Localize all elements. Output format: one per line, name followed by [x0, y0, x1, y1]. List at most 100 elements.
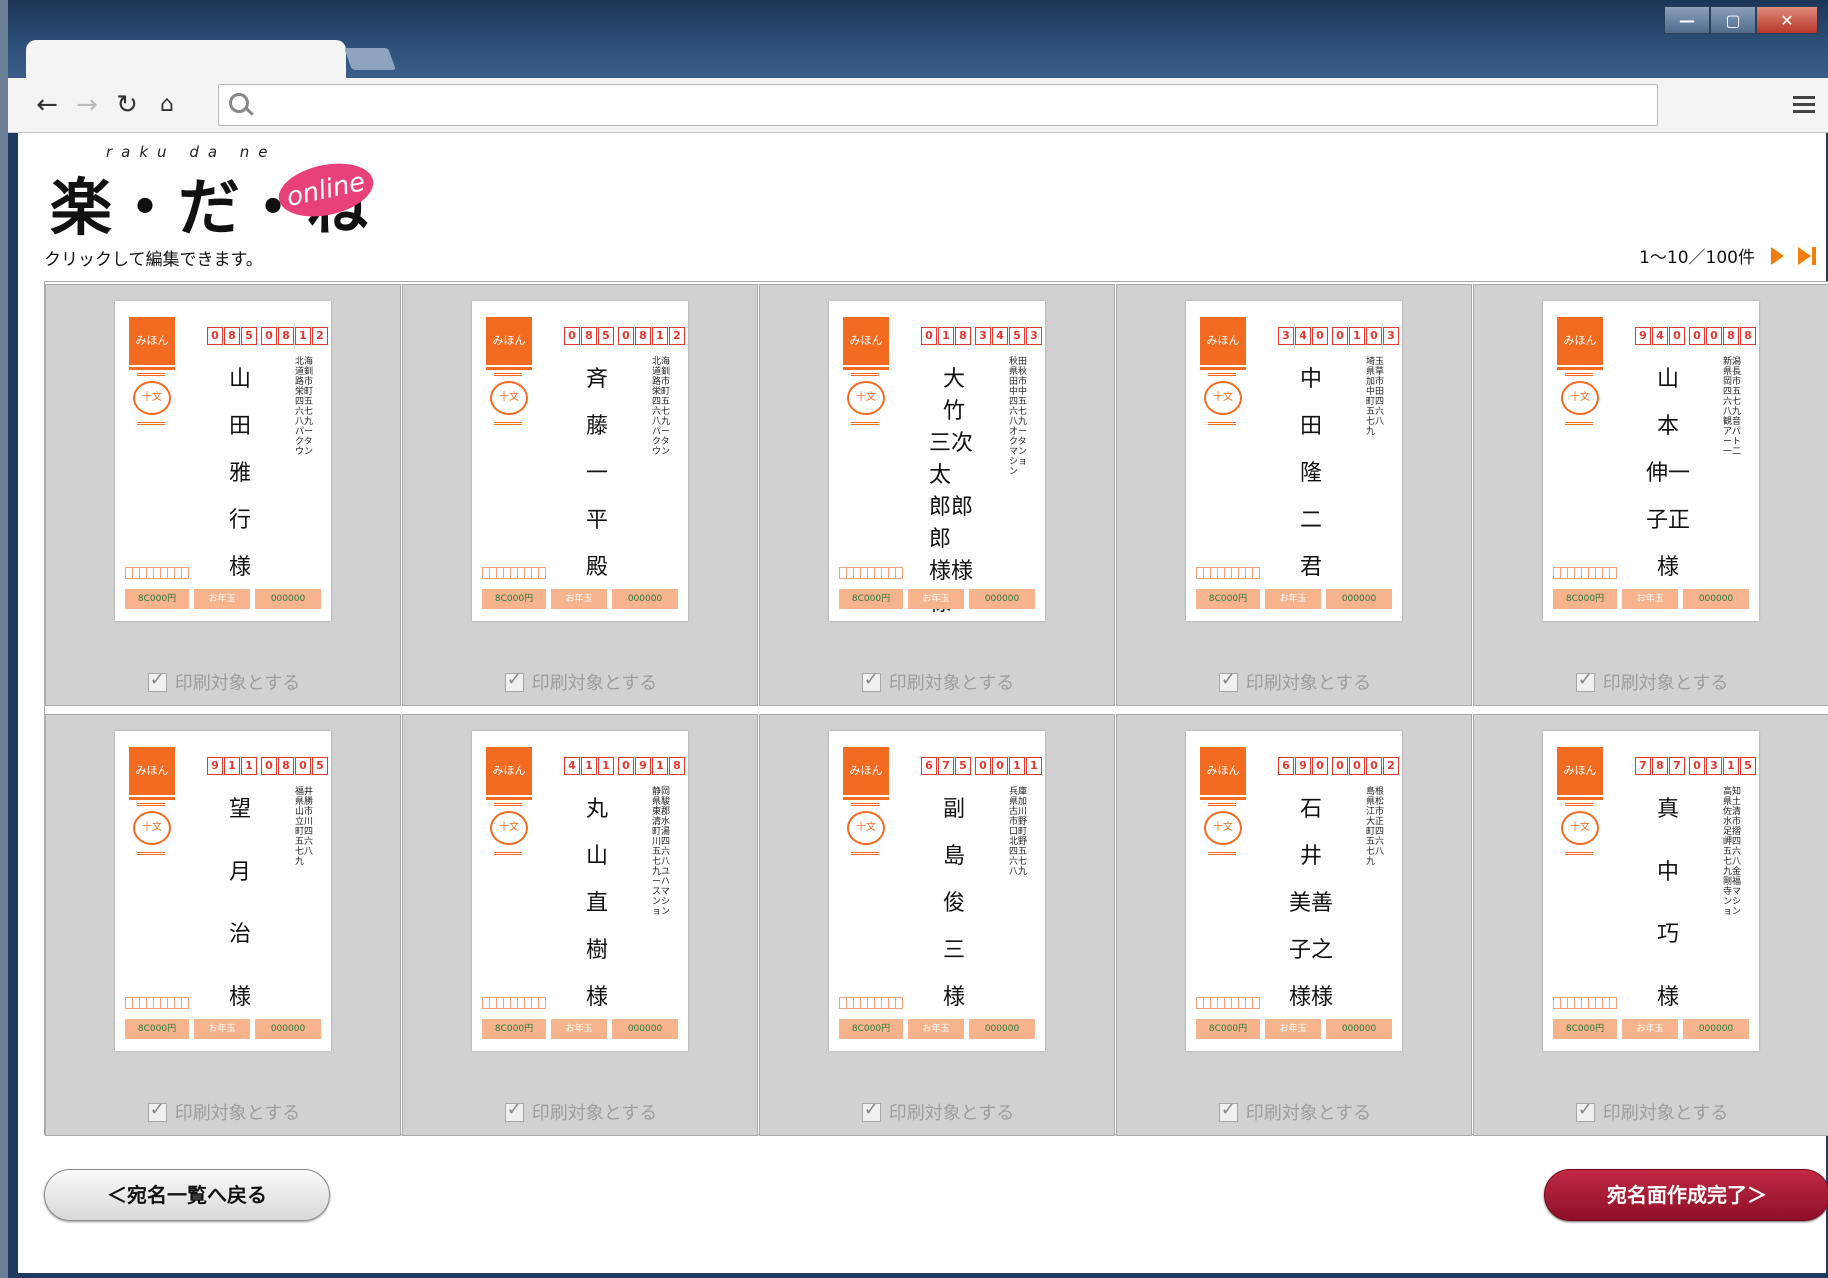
maximize-button[interactable]: ▢: [1710, 6, 1756, 34]
zip-digit: 1: [1009, 757, 1025, 775]
checkbox-icon[interactable]: [504, 669, 524, 692]
footer-left: 8C000円: [482, 589, 546, 609]
recipient-address: 埼玉県草加市中田町四五六七八九: [1366, 357, 1385, 437]
footer-mid: お年玉: [551, 1019, 607, 1039]
postcard-preview[interactable]: みほん 十文 9400088 山本伸一 子正様 新潟県長岡市四五六七八九観音アパー…: [1543, 301, 1759, 621]
sender-zip-box: [125, 997, 189, 1009]
print-target-checkbox[interactable]: 印刷対象とする: [46, 669, 402, 695]
card-cell[interactable]: みほん 十文 0850812 斉藤一平殿 北海道釧路市栄町四五六七八九パークタウ…: [402, 284, 758, 706]
recipient-name: 丸山直樹様: [572, 791, 622, 1011]
footer-mid: お年玉: [194, 589, 250, 609]
lottery-footer: 8C000円 お年玉 000000: [482, 1019, 678, 1039]
print-target-checkbox[interactable]: 印刷対象とする: [1117, 1099, 1473, 1125]
postcard-preview[interactable]: みほん 十文 0850812 山田雅行様 北海道釧路市栄町四五六七八九パークタウ…: [115, 301, 331, 621]
checkbox-icon[interactable]: [147, 669, 167, 692]
postcard-preview[interactable]: みほん 十文 0850812 斉藤一平殿 北海道釧路市栄町四五六七八九パークタウ…: [472, 301, 688, 621]
postmark-label: 十文: [490, 811, 528, 845]
card-cell[interactable]: みほん 十文 0183453 大竹三次太郎郎郎様様様 秋田県秋田市中中四五六七八…: [759, 284, 1115, 706]
next-page-icon[interactable]: [1771, 246, 1784, 265]
minimize-button[interactable]: —: [1664, 6, 1710, 34]
postcard-preview[interactable]: みほん 十文 6900002 石井美善 子之 様様 島根県松江市大正町四五六七八九 …: [1186, 731, 1402, 1051]
card-cell[interactable]: みほん 十文 9400088 山本伸一 子正様 新潟県長岡市四五六七八九観音アパー…: [1473, 284, 1828, 706]
zip-digit: 5: [241, 327, 257, 345]
zip-digit: 8: [278, 327, 294, 345]
card-cell[interactable]: みほん 十文 0850812 山田雅行様 北海道釧路市栄町四五六七八九パークタウ…: [45, 284, 401, 706]
back-arrow-icon[interactable]: ←: [30, 88, 64, 122]
stamp-label: みほん: [1557, 317, 1603, 365]
zip-digit: 9: [1635, 327, 1651, 345]
card-cell[interactable]: みほん 十文 4110918 丸山直樹様 静岡県駿東郡清水町湯川四五六七八九ユー…: [402, 714, 758, 1136]
zip-digit: 1: [295, 327, 311, 345]
postcard-preview[interactable]: みほん 十文 6750011 副島俊三様 兵庫県加古川市野口町北野四五六七八九 …: [829, 731, 1045, 1051]
card-cell[interactable]: みほん 十文 6750011 副島俊三様 兵庫県加古川市野口町北野四五六七八九 …: [759, 714, 1115, 1136]
print-target-checkbox[interactable]: 印刷対象とする: [1474, 669, 1828, 695]
recipient-name-part: 行: [228, 508, 251, 533]
checkbox-icon[interactable]: [861, 669, 881, 692]
checkbox-icon[interactable]: [1218, 1099, 1238, 1122]
reload-icon[interactable]: ↻: [110, 88, 144, 122]
print-target-checkbox[interactable]: 印刷対象とする: [760, 1099, 1116, 1125]
postcard-preview[interactable]: みほん 十文 3400103 中田隆二君 埼玉県草加市中田町四五六七八九 8C0…: [1186, 301, 1402, 621]
stamp-label: みほん: [843, 747, 889, 795]
close-button[interactable]: ✕: [1756, 6, 1818, 34]
footer-right: 000000: [1326, 589, 1392, 609]
zip-digit: 0: [261, 327, 277, 345]
print-target-checkbox[interactable]: 印刷対象とする: [403, 669, 759, 695]
back-to-list-button[interactable]: ＜宛名一覧へ戻る: [44, 1169, 330, 1221]
postcard-preview[interactable]: みほん 十文 7870315 真中巧様 高知県土佐清水市足摺岬四五六七八九金剛福…: [1543, 731, 1759, 1051]
checkbox-icon[interactable]: [147, 1099, 167, 1122]
recipient-name: 大竹三次太郎郎郎様様様: [929, 361, 979, 616]
forward-arrow-icon[interactable]: →: [70, 88, 104, 122]
lottery-footer: 8C000円 お年玉 000000: [839, 1019, 1035, 1039]
address-bar[interactable]: [218, 84, 1658, 126]
print-target-checkbox[interactable]: 印刷対象とする: [403, 1099, 759, 1125]
checkbox-icon[interactable]: [1218, 669, 1238, 692]
sender-zip-box: [1553, 997, 1617, 1009]
card-cell[interactable]: みほん 十文 9110805 望月治様 福井県勝山市立川町四五六七八九 8C00…: [45, 714, 401, 1136]
postcard-preview[interactable]: みほん 十文 0183453 大竹三次太郎郎郎様様様 秋田県秋田市中中四五六七八…: [829, 301, 1045, 621]
zip-digit: 1: [652, 327, 668, 345]
print-target-checkbox[interactable]: 印刷対象とする: [1474, 1099, 1828, 1125]
recipient-name-part: 様様: [1288, 985, 1333, 1010]
zip-digit: 0: [1689, 757, 1705, 775]
checkbox-icon[interactable]: [861, 1099, 881, 1122]
zip-digit: 0: [261, 757, 277, 775]
checkbox-icon[interactable]: [1575, 669, 1595, 692]
card-row: みほん 十文 0850812 山田雅行様 北海道釧路市栄町四五六七八九パークタウ…: [45, 284, 1828, 706]
footer-right: 000000: [612, 1019, 678, 1039]
zip-code: 7870315: [1635, 757, 1757, 775]
print-target-label: 印刷対象とする: [1602, 673, 1729, 694]
checkbox-icon[interactable]: [1575, 1099, 1595, 1122]
new-tab-button[interactable]: [343, 48, 397, 70]
print-target-checkbox[interactable]: 印刷対象とする: [760, 669, 1116, 695]
home-icon[interactable]: ⌂: [150, 88, 184, 122]
footer-right: 000000: [1326, 1019, 1392, 1039]
last-page-icon[interactable]: [1798, 246, 1816, 265]
zip-digit: 1: [652, 757, 668, 775]
zip-digit: 8: [224, 327, 240, 345]
postcard-preview[interactable]: みほん 十文 4110918 丸山直樹様 静岡県駿東郡清水町湯川四五六七八九ユー…: [472, 731, 688, 1051]
footer-left: 8C000円: [1553, 589, 1617, 609]
postmark-label: 十文: [133, 381, 171, 415]
print-target-checkbox[interactable]: 印刷対象とする: [1117, 669, 1473, 695]
zip-digit: 3: [1026, 327, 1042, 345]
card-cell[interactable]: みほん 十文 7870315 真中巧様 高知県土佐清水市足摺岬四五六七八九金剛福…: [1473, 714, 1828, 1136]
zip-code: 6750011: [921, 757, 1043, 775]
checkbox-icon[interactable]: [504, 1099, 524, 1122]
card-cell[interactable]: みほん 十文 3400103 中田隆二君 埼玉県草加市中田町四五六七八九 8C0…: [1116, 284, 1472, 706]
menu-icon[interactable]: [1793, 92, 1815, 117]
footer-mid: お年玉: [1622, 1019, 1678, 1039]
postmark-label: 十文: [1561, 811, 1599, 845]
browser-tab[interactable]: [26, 40, 346, 78]
postcard-preview[interactable]: みほん 十文 9110805 望月治様 福井県勝山市立川町四五六七八九 8C00…: [115, 731, 331, 1051]
zip-code: 0183453: [921, 327, 1043, 345]
zip-digit: 0: [1332, 327, 1348, 345]
recipient-name-part: 本: [1656, 414, 1679, 439]
card-cell[interactable]: みほん 十文 6900002 石井美善 子之 様様 島根県松江市大正町四五六七八九 …: [1116, 714, 1472, 1136]
recipient-name-part: 藤: [585, 414, 608, 439]
stamp-label: みほん: [1557, 747, 1603, 795]
print-target-checkbox[interactable]: 印刷対象とする: [46, 1099, 402, 1125]
zip-digit: 1: [1723, 757, 1739, 775]
complete-button[interactable]: 宛名面作成完了＞: [1544, 1169, 1828, 1221]
zip-digit: 1: [241, 757, 257, 775]
